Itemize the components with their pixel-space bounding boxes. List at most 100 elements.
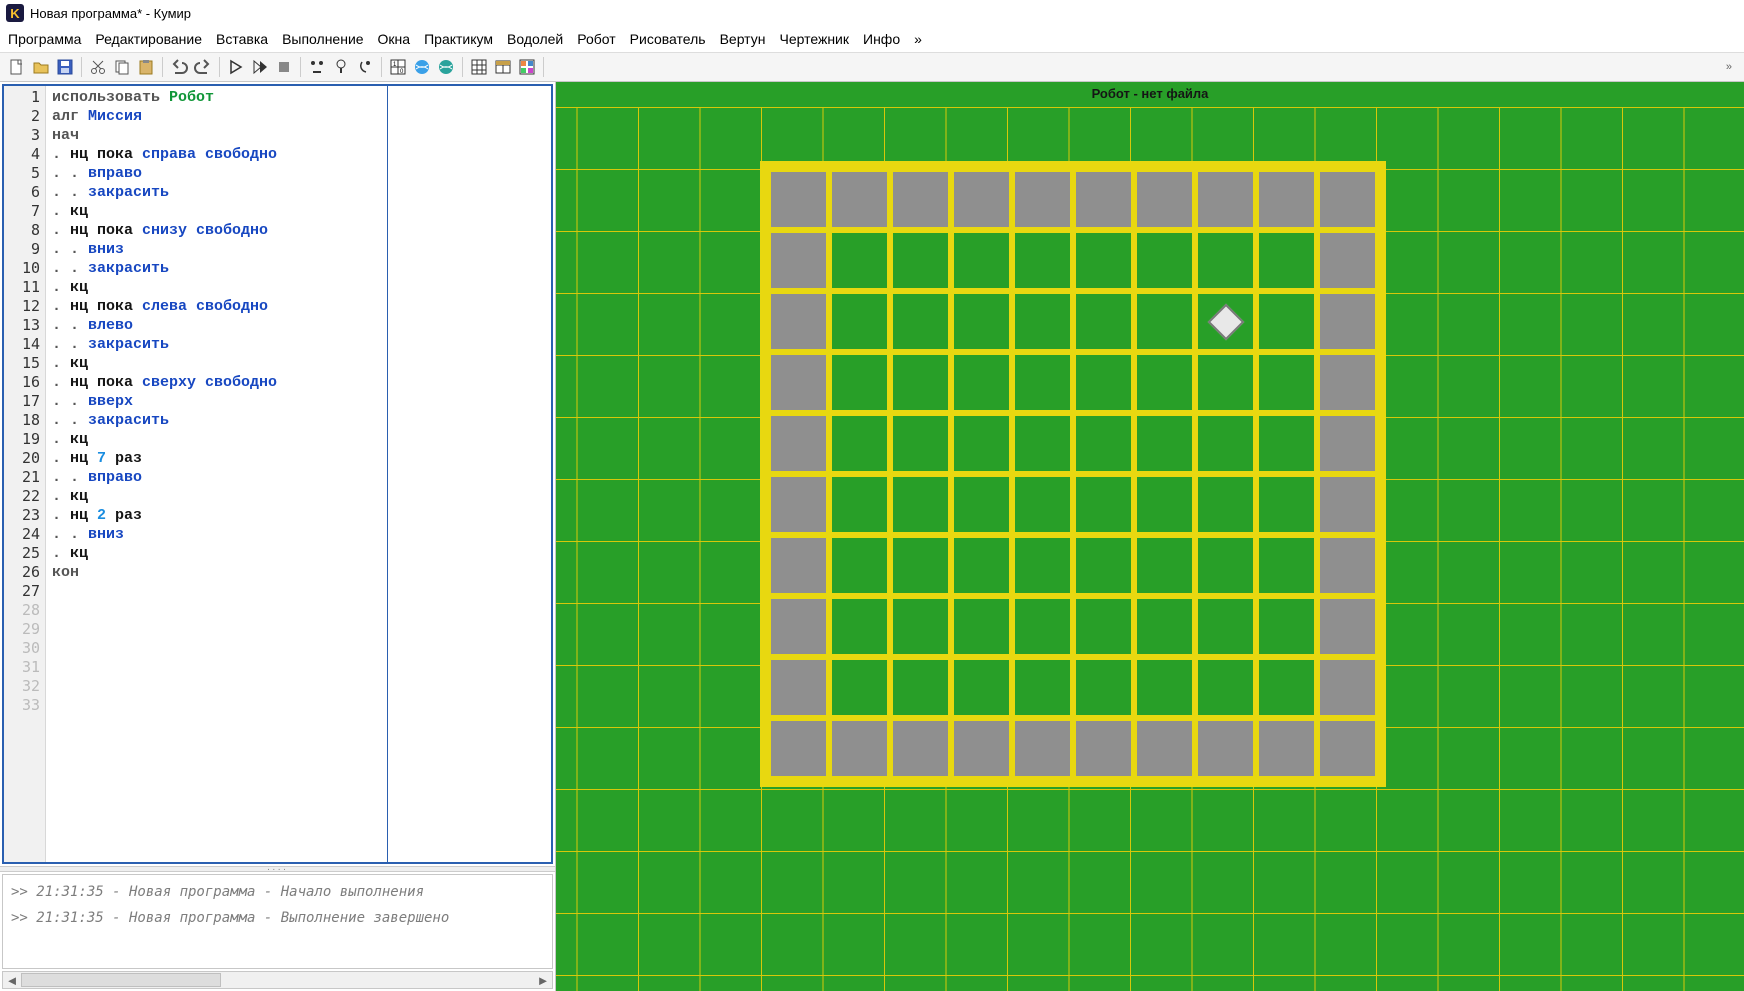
cell-5-6 (1137, 477, 1192, 532)
cell-0-6 (1137, 172, 1192, 227)
menu-программа[interactable]: Программа (8, 31, 81, 47)
menu-робот[interactable]: Робот (577, 31, 615, 47)
cell-6-6 (1137, 538, 1192, 593)
cell-0-2 (893, 172, 948, 227)
cell-7-4 (1015, 599, 1070, 654)
scroll-right-arrow[interactable]: ► (534, 973, 552, 988)
cell-9-6 (1137, 721, 1192, 776)
play-pause-icon[interactable] (330, 56, 352, 78)
editor-vertical-split[interactable] (387, 86, 388, 862)
toolbar-overflow[interactable]: » (1720, 61, 1738, 73)
robot-field-pane: Робот - нет файла (556, 82, 1744, 991)
cell-2-0 (771, 294, 826, 349)
horizontal-splitter[interactable]: ···· (0, 866, 555, 872)
cell-1-8 (1259, 233, 1314, 288)
cell-0-1 (832, 172, 887, 227)
grid-tool-icon[interactable]: 10 (387, 56, 409, 78)
cell-3-3 (954, 355, 1009, 410)
console-line: >> 21:31:35 - Новая программа - Выполнен… (11, 905, 544, 931)
paint-icon[interactable] (516, 56, 538, 78)
grid-black-icon[interactable] (468, 56, 490, 78)
table-icon[interactable] (492, 56, 514, 78)
save-file-icon[interactable] (54, 56, 76, 78)
cell-0-4 (1015, 172, 1070, 227)
cell-0-0 (771, 172, 826, 227)
cell-1-7 (1198, 233, 1253, 288)
horizontal-scrollbar[interactable]: ◄ ► (2, 971, 553, 989)
title-bar: K Новая программа* - Кумир (0, 0, 1744, 26)
cell-5-0 (771, 477, 826, 532)
new-file-icon[interactable] (6, 56, 28, 78)
cell-5-2 (893, 477, 948, 532)
cell-4-1 (832, 416, 887, 471)
redo-icon[interactable] (192, 56, 214, 78)
scroll-thumb[interactable] (21, 973, 221, 987)
cell-3-6 (1137, 355, 1192, 410)
menu-инфо[interactable]: Инфо (863, 31, 900, 47)
cell-1-0 (771, 233, 826, 288)
cell-4-4 (1015, 416, 1070, 471)
play-end-icon[interactable] (354, 56, 376, 78)
toolbar-separator (381, 57, 382, 77)
menu-практикум[interactable]: Практикум (424, 31, 493, 47)
menu-водолей[interactable]: Водолей (507, 31, 563, 47)
copy-icon[interactable] (111, 56, 133, 78)
scroll-left-arrow[interactable]: ◄ (3, 973, 21, 988)
menu-»[interactable]: » (914, 31, 922, 47)
menu-выполнение[interactable]: Выполнение (282, 31, 363, 47)
cell-8-3 (954, 660, 1009, 715)
cell-6-7 (1198, 538, 1253, 593)
menu-окна[interactable]: Окна (378, 31, 411, 47)
toolbar-separator (219, 57, 220, 77)
toolbar-separator (162, 57, 163, 77)
cell-3-2 (893, 355, 948, 410)
cell-4-2 (893, 416, 948, 471)
cell-8-1 (832, 660, 887, 715)
toolbar-separator (462, 57, 463, 77)
cell-4-5 (1076, 416, 1131, 471)
cell-5-4 (1015, 477, 1070, 532)
cell-4-8 (1259, 416, 1314, 471)
open-file-icon[interactable] (30, 56, 52, 78)
paste-icon[interactable] (135, 56, 157, 78)
cell-9-8 (1259, 721, 1314, 776)
cell-6-8 (1259, 538, 1314, 593)
cell-4-9 (1320, 416, 1375, 471)
globe-blue-icon[interactable] (411, 56, 433, 78)
toolbar-separator (81, 57, 82, 77)
code-area[interactable]: использовать Роботалг Миссиянач. нц пока… (46, 86, 551, 862)
cell-0-7 (1198, 172, 1253, 227)
run-step-icon[interactable] (249, 56, 271, 78)
robot-board (760, 161, 1386, 787)
undo-icon[interactable] (168, 56, 190, 78)
cell-3-5 (1076, 355, 1131, 410)
cell-6-4 (1015, 538, 1070, 593)
cell-4-7 (1198, 416, 1253, 471)
cell-2-5 (1076, 294, 1131, 349)
stop-icon[interactable] (273, 56, 295, 78)
cell-5-1 (832, 477, 887, 532)
cell-7-2 (893, 599, 948, 654)
play-begin-icon[interactable] (306, 56, 328, 78)
cell-3-7 (1198, 355, 1253, 410)
code-editor[interactable]: 1234567891011121314151617181920212223242… (2, 84, 553, 864)
cell-6-1 (832, 538, 887, 593)
menu-рисователь[interactable]: Рисователь (630, 31, 706, 47)
menu-редактирование[interactable]: Редактирование (95, 31, 202, 47)
cut-icon[interactable] (87, 56, 109, 78)
run-icon[interactable] (225, 56, 247, 78)
cell-7-3 (954, 599, 1009, 654)
cell-6-9 (1320, 538, 1375, 593)
globe-teal-icon[interactable] (435, 56, 457, 78)
cell-6-2 (893, 538, 948, 593)
toolbar-separator (543, 57, 544, 77)
menu-вставка[interactable]: Вставка (216, 31, 268, 47)
cell-7-7 (1198, 599, 1253, 654)
cell-9-7 (1198, 721, 1253, 776)
cell-5-7 (1198, 477, 1253, 532)
field-canvas[interactable] (556, 107, 1744, 991)
menu-чертежник[interactable]: Чертежник (779, 31, 849, 47)
cell-1-3 (954, 233, 1009, 288)
output-console[interactable]: >> 21:31:35 - Новая программа - Начало в… (2, 874, 553, 969)
menu-вертун[interactable]: Вертун (720, 31, 766, 47)
